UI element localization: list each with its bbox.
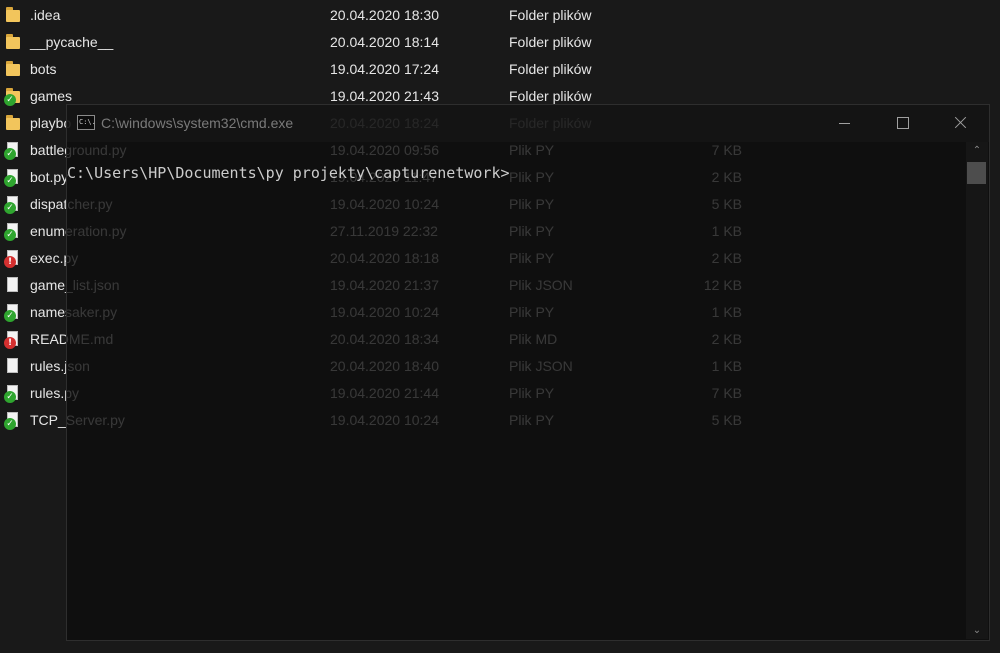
cmd-scrollbar[interactable]: ⌃ ⌄	[966, 142, 988, 639]
file-type: Folder plików	[509, 7, 592, 23]
file-date: 19.04.2020 17:24	[330, 61, 439, 77]
sync-ok-badge-icon: ✓	[4, 418, 16, 430]
file-type: Folder plików	[509, 34, 592, 50]
sync-ok-badge-icon: ✓	[4, 202, 16, 214]
cmd-window[interactable]: C:\. C:\windows\system32\cmd.exe C:\User…	[66, 104, 990, 641]
markdown-file-icon: !	[4, 331, 21, 349]
folder-icon: ✓	[4, 88, 21, 106]
file-list-row[interactable]: bots 19.04.2020 17:24 Folder plików	[0, 56, 760, 83]
maximize-icon	[897, 117, 909, 129]
file-type: Folder plików	[509, 61, 592, 77]
file-date: 20.04.2020 18:14	[330, 34, 439, 50]
file-list-row[interactable]: __pycache__ 20.04.2020 18:14 Folder plików	[0, 29, 760, 56]
python-file-icon: ✓	[4, 223, 21, 241]
sync-ok-badge-icon: ✓	[4, 391, 16, 403]
folder-icon	[5, 34, 21, 51]
json-file-icon	[5, 358, 21, 375]
minimize-button[interactable]	[815, 105, 873, 142]
cmd-prompt-line[interactable]: C:\Users\HP\Documents\py projekty\captur…	[67, 163, 510, 183]
file-date: 20.04.2020 18:30	[330, 7, 439, 23]
python-file-icon: ✓	[4, 304, 21, 322]
python-file-icon: ✓	[4, 412, 21, 430]
minimize-icon	[839, 123, 850, 124]
python-file-icon: ✓	[4, 169, 21, 187]
folder-icon	[5, 61, 21, 78]
sync-ok-badge-icon: ✓	[4, 175, 16, 187]
sync-ok-badge-icon: ✓	[4, 310, 16, 322]
folder-icon	[5, 7, 21, 24]
folder-icon	[5, 115, 21, 132]
file-name: __pycache__	[30, 34, 114, 50]
scroll-up-icon[interactable]: ⌃	[966, 142, 988, 159]
file-name: bots	[30, 61, 57, 77]
sync-ok-badge-icon: ✓	[4, 94, 16, 106]
file-name: bot.py	[30, 169, 69, 185]
python-file-icon: ✓	[4, 142, 21, 160]
file-list-row[interactable]: .idea 20.04.2020 18:30 Folder plików	[0, 2, 760, 29]
maximize-button[interactable]	[873, 105, 931, 142]
sync-ok-badge-icon: ✓	[4, 148, 16, 160]
json-file-icon	[5, 277, 21, 294]
python-file-icon: ✓	[4, 196, 21, 214]
scroll-down-icon[interactable]: ⌄	[966, 622, 988, 639]
cmd-title-bar[interactable]: C:\. C:\windows\system32\cmd.exe	[67, 105, 989, 142]
sync-error-badge-icon: !	[4, 337, 16, 349]
cmd-window-title: C:\windows\system32\cmd.exe	[101, 115, 294, 131]
sync-error-badge-icon: !	[4, 256, 16, 268]
file-name: .idea	[30, 7, 61, 23]
close-button[interactable]	[931, 105, 989, 142]
python-file-icon: ✓	[4, 385, 21, 403]
cmd-app-icon[interactable]: C:\.	[77, 115, 96, 130]
python-file-icon: !	[4, 250, 21, 268]
scrollbar-thumb[interactable]	[967, 162, 986, 184]
sync-ok-badge-icon: ✓	[4, 229, 16, 241]
